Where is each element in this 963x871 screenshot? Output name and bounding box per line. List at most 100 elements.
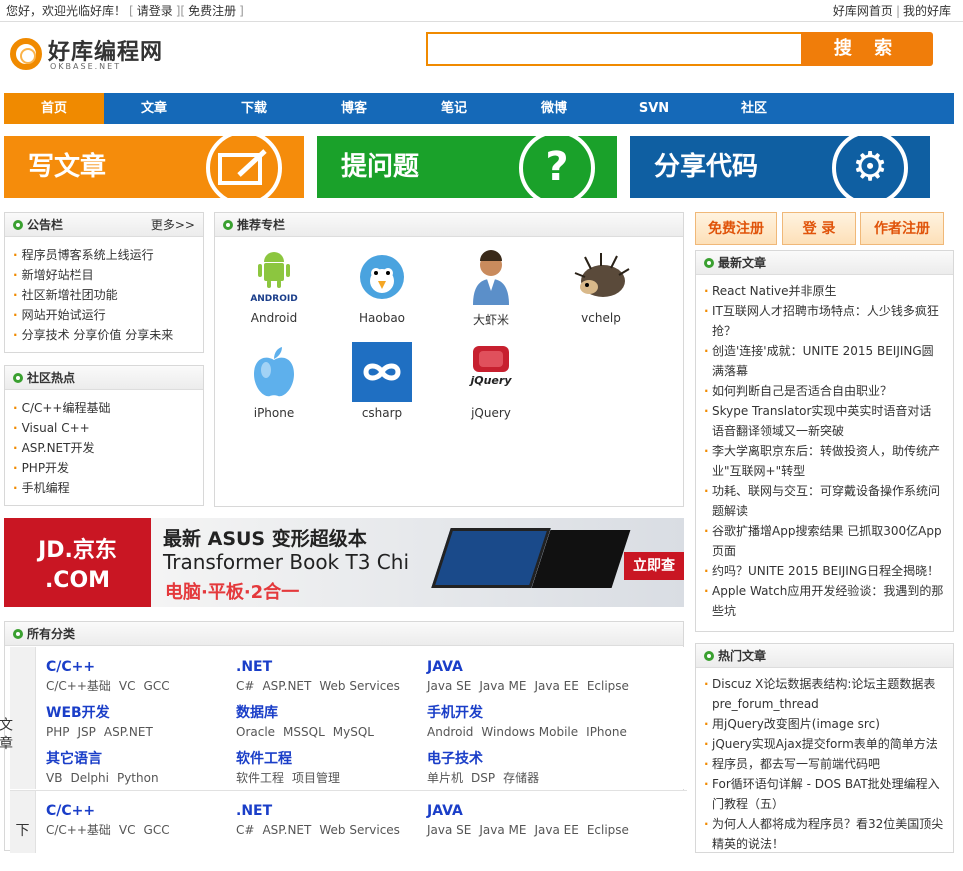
column-haobao[interactable]: Haobao: [342, 247, 422, 325]
category-title[interactable]: JAVA: [427, 801, 617, 821]
list-item[interactable]: 用jQuery改变图片(image src): [704, 714, 945, 734]
list-item[interactable]: 创造'连接'成就：UNITE 2015 BEIJING圆满落幕: [704, 341, 945, 381]
list-item[interactable]: 李大学离职京东后：转做投资人，助传统产业"互联网+"转型: [704, 441, 945, 481]
category-title[interactable]: C/C++: [46, 801, 236, 821]
list-item[interactable]: 如何判断自己是否适合自由职业？: [704, 381, 945, 401]
column-csharp[interactable]: csharp: [342, 342, 422, 420]
category-link[interactable]: MSSQL: [283, 725, 325, 739]
category-link[interactable]: Eclipse: [587, 679, 629, 693]
list-item[interactable]: 分享技术 分享价值 分享未来: [13, 325, 203, 345]
category-link[interactable]: C#: [236, 823, 254, 837]
category-title[interactable]: 电子技术: [427, 749, 617, 769]
category-title[interactable]: WEB开发: [46, 703, 236, 723]
category-link[interactable]: Java SE: [427, 823, 471, 837]
category-link[interactable]: VC: [119, 679, 136, 693]
write-article-banner[interactable]: 写文章: [4, 136, 304, 198]
list-item[interactable]: Discuz X论坛数据表结构:论坛主题数据表pre_forum_thread: [704, 674, 945, 714]
category-link[interactable]: 软件工程: [236, 771, 284, 785]
list-item[interactable]: 程序员，都去写一写前端代码吧: [704, 754, 945, 774]
category-link[interactable]: Delphi: [70, 771, 109, 785]
list-item[interactable]: 谷歌扩播增App搜索结果 已抓取300亿App页面: [704, 521, 945, 561]
category-link[interactable]: 项目管理: [292, 771, 340, 785]
category-link[interactable]: Windows Mobile: [481, 725, 578, 739]
category-link[interactable]: DSP: [471, 771, 495, 785]
category-link[interactable]: Java EE: [534, 823, 578, 837]
category-link[interactable]: ASP.NET: [262, 679, 311, 693]
column-iphone[interactable]: iPhone: [234, 342, 314, 420]
list-item[interactable]: 手机编程: [13, 478, 203, 498]
list-item[interactable]: 功耗、联网与交互：可穿戴设备操作系统问题解读: [704, 481, 945, 521]
nav-item-blog[interactable]: 博客: [304, 93, 404, 124]
category-title[interactable]: .NET: [236, 657, 426, 677]
column-vchelp[interactable]: vchelp: [561, 247, 641, 325]
nav-item-svn[interactable]: SVN: [604, 93, 704, 124]
category-title[interactable]: .NET: [236, 801, 426, 821]
category-link[interactable]: Java SE: [427, 679, 471, 693]
ad-buy-button[interactable]: 立即查: [624, 552, 684, 580]
list-item[interactable]: 约吗？UNITE 2015 BEIJING日程全揭晓！: [704, 561, 945, 581]
category-link[interactable]: C/C++基础: [46, 823, 111, 837]
list-item[interactable]: 社区新增社团功能: [13, 285, 203, 305]
nav-item-notes[interactable]: 笔记: [404, 93, 504, 124]
category-title[interactable]: 软件工程: [236, 749, 426, 769]
login-link[interactable]: 请登录: [137, 4, 173, 18]
home-link[interactable]: 好库网首页: [833, 4, 893, 18]
category-link[interactable]: VC: [119, 823, 136, 837]
list-item[interactable]: React Native并非原生: [704, 281, 945, 301]
category-link[interactable]: PHP: [46, 725, 70, 739]
site-logo[interactable]: 好库编程网 OKBASE.NET: [10, 34, 170, 74]
category-link[interactable]: Java ME: [479, 823, 526, 837]
nav-item-community[interactable]: 社区: [704, 93, 804, 124]
list-item[interactable]: 程序员博客系统上线运行: [13, 245, 203, 265]
list-item[interactable]: C/C++编程基础: [13, 398, 203, 418]
category-link[interactable]: GCC: [144, 823, 170, 837]
category-link[interactable]: MySQL: [333, 725, 374, 739]
list-item[interactable]: PHP开发: [13, 458, 203, 478]
author-register-button[interactable]: 作者注册: [860, 212, 944, 245]
category-link[interactable]: Web Services: [319, 823, 400, 837]
nav-item-downloads[interactable]: 下载: [204, 93, 304, 124]
category-title[interactable]: 数据库: [236, 703, 426, 723]
category-link[interactable]: Web Services: [319, 679, 400, 693]
search-input[interactable]: [428, 34, 802, 64]
column-daxiami[interactable]: 大虾米: [451, 247, 531, 328]
search-button[interactable]: 搜 索: [801, 32, 933, 66]
free-register-button[interactable]: 免费注册: [695, 212, 777, 245]
category-title[interactable]: JAVA: [427, 657, 617, 677]
category-link[interactable]: ASP.NET: [262, 823, 311, 837]
list-item[interactable]: ASP.NET开发: [13, 438, 203, 458]
column-jquery[interactable]: jQuery jQuery: [451, 342, 531, 420]
list-item[interactable]: 网站开始试运行: [13, 305, 203, 325]
list-item[interactable]: 新增好站栏目: [13, 265, 203, 285]
category-link[interactable]: C#: [236, 679, 254, 693]
category-title[interactable]: C/C++: [46, 657, 236, 677]
column-android[interactable]: ANDROID Android: [234, 247, 314, 325]
category-link[interactable]: GCC: [144, 679, 170, 693]
category-link[interactable]: C/C++基础: [46, 679, 111, 693]
jd-ad-banner[interactable]: JD.京东 .COM 最新 ASUS 变形超级本 Transformer Boo…: [4, 518, 684, 607]
category-link[interactable]: Eclipse: [587, 823, 629, 837]
list-item[interactable]: jQuery实现Ajax提交form表单的简单方法: [704, 734, 945, 754]
category-title[interactable]: 其它语言: [46, 749, 236, 769]
nav-item-home[interactable]: 首页: [4, 93, 104, 124]
ask-question-banner[interactable]: 提问题 ?: [317, 136, 617, 198]
share-code-banner[interactable]: 分享代码 ⚙: [630, 136, 930, 198]
login-button[interactable]: 登 录: [782, 212, 856, 245]
category-link[interactable]: 存储器: [503, 771, 539, 785]
category-link[interactable]: Oracle: [236, 725, 275, 739]
list-item[interactable]: Apple Watch应用开发经验谈：我遇到的那些坑: [704, 581, 945, 621]
nav-item-weibo[interactable]: 微博: [504, 93, 604, 124]
category-link[interactable]: Android: [427, 725, 473, 739]
category-link[interactable]: Java EE: [534, 679, 578, 693]
list-item[interactable]: 为何人人都将成为程序员？看32位美国顶尖精英的说法！: [704, 814, 945, 854]
category-link[interactable]: IPhone: [586, 725, 627, 739]
category-link[interactable]: Java ME: [479, 679, 526, 693]
my-okbase-link[interactable]: 我的好库: [903, 4, 951, 18]
category-title[interactable]: 手机开发: [427, 703, 617, 723]
category-link[interactable]: ASP.NET: [104, 725, 153, 739]
list-item[interactable]: Visual C++: [13, 418, 203, 438]
category-link[interactable]: VB: [46, 771, 62, 785]
list-item[interactable]: For循环语句详解 - DOS BAT批处理编程入门教程（五）: [704, 774, 945, 814]
category-link[interactable]: JSP: [78, 725, 96, 739]
category-link[interactable]: 单片机: [427, 771, 463, 785]
